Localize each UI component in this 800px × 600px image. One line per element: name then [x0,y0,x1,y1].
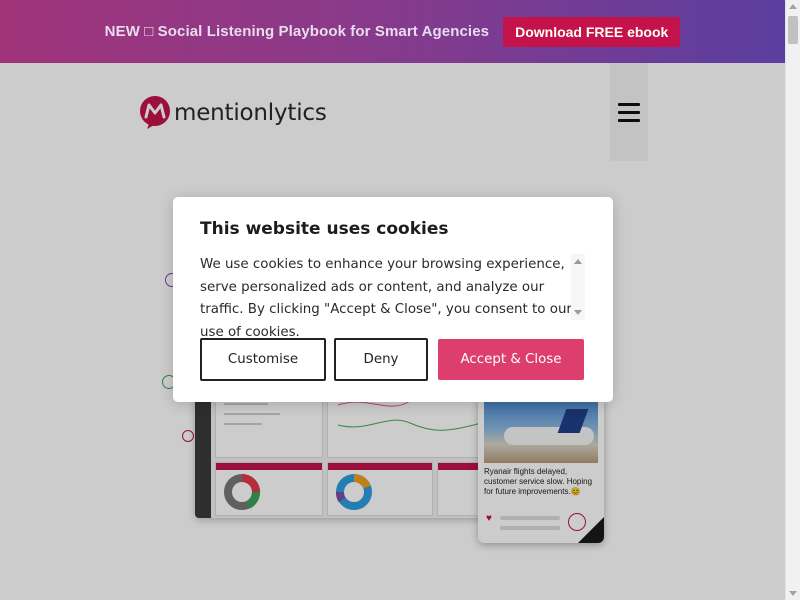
cookie-consent-dialog: This website uses cookies We use cookies… [173,197,613,402]
deny-button[interactable]: Deny [334,338,428,381]
customise-button[interactable]: Customise [200,338,326,381]
promo-banner: NEW □ Social Listening Playbook for Smar… [0,0,785,63]
promo-text: NEW □ Social Listening Playbook for Smar… [104,23,490,40]
scroll-down-arrow-icon[interactable] [789,591,797,596]
scroll-down-arrow-icon[interactable] [574,310,582,315]
cookie-dialog-scrollbar[interactable] [571,254,585,320]
scrollbar-thumb[interactable] [788,16,798,44]
download-ebook-button[interactable]: Download FREE ebook [503,16,681,47]
accept-close-button[interactable]: Accept & Close [438,339,584,380]
scroll-up-arrow-icon[interactable] [789,4,797,9]
cookie-dialog-body: We use cookies to enhance your browsing … [200,257,572,340]
scroll-up-arrow-icon[interactable] [574,259,582,264]
page-scrollbar[interactable] [785,0,800,600]
cookie-dialog-title: This website uses cookies [200,219,449,239]
